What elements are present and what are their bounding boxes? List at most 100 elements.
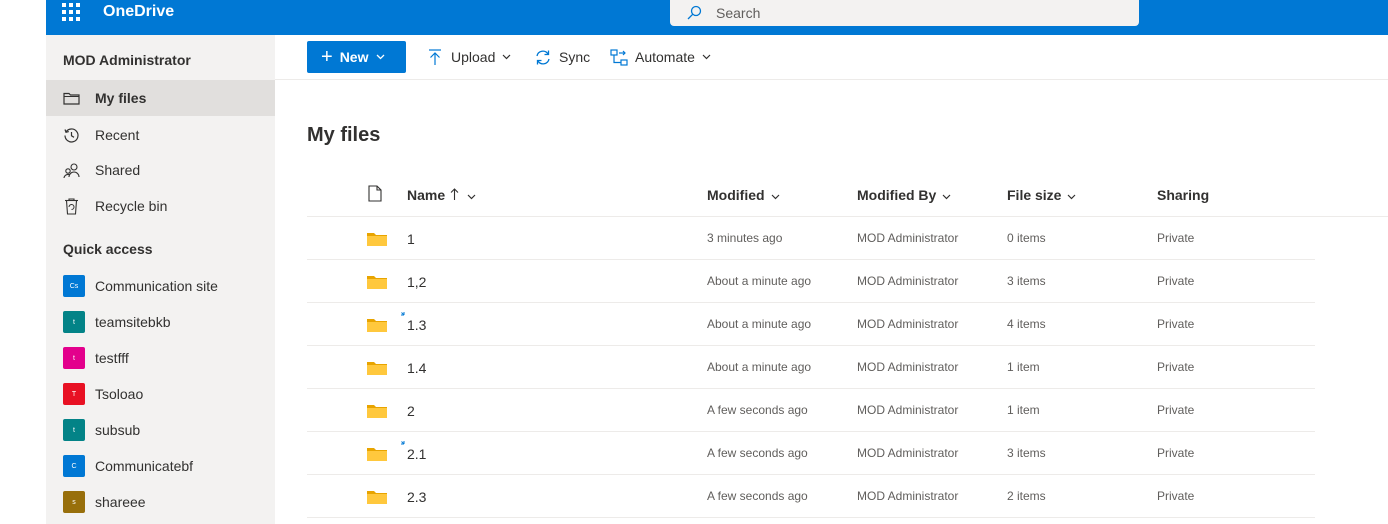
folder-icon	[62, 89, 80, 107]
column-label: Sharing	[1157, 187, 1210, 203]
file-size-cell: 1 item	[1007, 360, 1040, 374]
folder-icon	[367, 233, 387, 246]
column-header-modified[interactable]: Modified	[707, 187, 780, 203]
new-button[interactable]: + New	[307, 41, 406, 73]
file-size-cell: 4 items	[1007, 317, 1046, 331]
list-row[interactable]: 1,2 About a minute ago MOD Administrator…	[307, 260, 1315, 303]
site-avatar: Cs	[63, 275, 85, 297]
page-title: My files	[307, 124, 381, 146]
modified-by-cell: MOD Administrator	[857, 317, 959, 331]
sharing-cell: Private	[1157, 274, 1195, 288]
site-item-subsub[interactable]: t subsub	[46, 412, 275, 448]
list-header: Name Modified Modified By File size Shar…	[307, 175, 1388, 217]
upload-button[interactable]: Upload	[426, 47, 511, 67]
chevron-down-icon	[467, 187, 476, 203]
modified-by-cell: MOD Administrator	[857, 360, 959, 374]
site-item-testfff[interactable]: t testfff	[46, 340, 275, 376]
file-name[interactable]: 2	[407, 403, 415, 419]
modified-cell: About a minute ago	[707, 317, 812, 331]
modified-by-cell: MOD Administrator	[857, 403, 959, 417]
app-title[interactable]: OneDrive	[103, 3, 174, 21]
automate-icon	[610, 48, 628, 66]
file-size-cell: 1 item	[1007, 403, 1040, 417]
list-row[interactable]: 2.1 A few seconds ago MOD Administrator …	[307, 432, 1315, 475]
sharing-cell: Private	[1157, 489, 1195, 503]
modified-cell: A few seconds ago	[707, 489, 808, 503]
search-icon	[687, 5, 702, 20]
modified-cell: About a minute ago	[707, 274, 812, 288]
new-button-label: New	[339, 49, 369, 65]
folder-icon	[367, 276, 387, 289]
file-name[interactable]: 1,2	[407, 274, 426, 290]
list-row[interactable]: 1.3 About a minute ago MOD Administrator…	[307, 303, 1315, 346]
site-item-teamsitebkb[interactable]: t teamsitebkb	[46, 304, 275, 340]
file-size-cell: 3 items	[1007, 446, 1046, 460]
left-gutter	[0, 0, 46, 524]
site-label: Communicatebf	[95, 458, 194, 474]
sync-label: Sync	[559, 49, 591, 65]
nav-item-shared[interactable]: Shared	[46, 152, 275, 188]
file-name[interactable]: 2.3	[407, 489, 426, 505]
modified-by-cell: MOD Administrator	[857, 446, 959, 460]
nav-label: Recent	[95, 127, 140, 143]
column-header-modified-by[interactable]: Modified By	[857, 187, 951, 203]
list-row[interactable]: 1.4 About a minute ago MOD Administrator…	[307, 346, 1315, 389]
search-box[interactable]: Search	[670, 0, 1139, 26]
nav-label: Recycle bin	[95, 198, 168, 214]
site-item-communication-site[interactable]: Cs Communication site	[46, 268, 275, 304]
chevron-down-icon	[702, 54, 711, 60]
file-name[interactable]: 1.4	[407, 360, 426, 376]
folder-icon	[367, 319, 387, 332]
nav-item-my-files[interactable]: My files	[46, 80, 275, 116]
column-label: Name	[407, 187, 446, 203]
sync-button[interactable]: Sync	[534, 47, 590, 67]
site-item-tsoloao[interactable]: T Tsoloao	[46, 376, 275, 412]
sharing-cell: Private	[1157, 446, 1195, 460]
sharing-cell: Private	[1157, 231, 1195, 245]
chevron-down-icon	[771, 187, 780, 203]
folder-icon	[367, 362, 387, 375]
file-size-cell: 2 items	[1007, 489, 1046, 503]
site-avatar: T	[63, 383, 85, 405]
site-label: Communication site	[95, 278, 218, 294]
list-row[interactable]: 1 3 minutes ago MOD Administrator 0 item…	[307, 217, 1315, 260]
site-label: shareee	[95, 494, 146, 510]
modified-by-cell: MOD Administrator	[857, 231, 959, 245]
trash-icon	[62, 197, 80, 215]
folder-icon	[367, 405, 387, 418]
sort-ascending-icon	[450, 187, 459, 203]
column-label: Modified	[707, 187, 765, 203]
site-item-communicatebf[interactable]: C Communicatebf	[46, 448, 275, 484]
upload-icon	[426, 48, 444, 66]
file-name[interactable]: 1	[407, 231, 415, 247]
modified-cell: A few seconds ago	[707, 446, 808, 460]
search-input[interactable]: Search	[716, 5, 760, 21]
upload-label: Upload	[451, 49, 496, 65]
modified-cell: About a minute ago	[707, 360, 812, 374]
column-header-name[interactable]: Name	[407, 187, 476, 203]
app-launcher-icon[interactable]	[62, 3, 80, 21]
column-label: Modified By	[857, 187, 937, 203]
file-type-icon[interactable]	[368, 185, 382, 205]
list-row[interactable]: 2 A few seconds ago MOD Administrator 1 …	[307, 389, 1315, 432]
automate-button[interactable]: Automate	[610, 47, 711, 67]
site-label: testfff	[95, 350, 129, 366]
file-name[interactable]: 2.1	[407, 446, 426, 462]
column-header-sharing[interactable]: Sharing	[1157, 187, 1209, 203]
site-avatar: t	[63, 347, 85, 369]
site-item-shareee[interactable]: s shareee	[46, 484, 275, 520]
site-avatar: t	[63, 311, 85, 333]
column-header-file-size[interactable]: File size	[1007, 187, 1076, 203]
history-icon	[62, 126, 80, 144]
sharing-cell: Private	[1157, 403, 1195, 417]
automate-label: Automate	[635, 49, 695, 65]
nav-item-recycle-bin[interactable]: Recycle bin	[46, 188, 275, 224]
list-row[interactable]: 2.3 A few seconds ago MOD Administrator …	[307, 475, 1315, 518]
chevron-down-icon	[942, 187, 951, 203]
plus-icon: +	[321, 46, 333, 68]
modified-cell: 3 minutes ago	[707, 231, 783, 245]
nav-item-recent[interactable]: Recent	[46, 117, 275, 153]
file-size-cell: 3 items	[1007, 274, 1046, 288]
file-name[interactable]: 1.3	[407, 317, 426, 333]
people-icon	[62, 161, 80, 179]
